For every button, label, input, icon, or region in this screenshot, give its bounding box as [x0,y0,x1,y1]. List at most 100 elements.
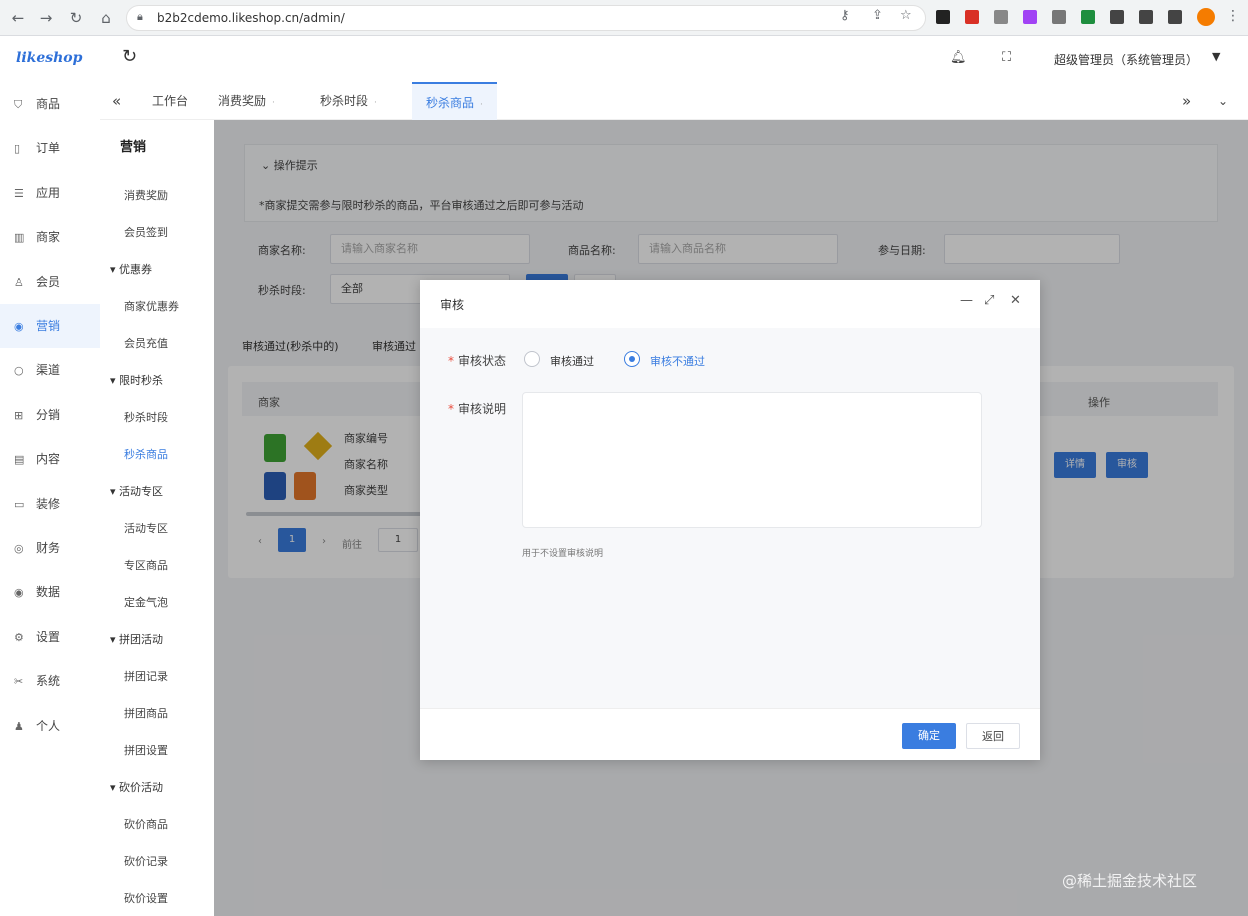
profile-avatar[interactable] [1197,8,1215,26]
forward-arrow-icon[interactable]: → [36,8,56,28]
bell-icon[interactable]: 🔔︎ [950,50,967,65]
ext-circle-icon[interactable] [1081,10,1095,24]
submenu-item[interactable]: 消费奖励 [124,187,168,203]
radio-reject[interactable] [624,351,640,367]
modal-title: 审核 [440,298,465,312]
ext-app-icon[interactable] [936,10,950,24]
user-icon: ♙ [14,275,24,289]
admin-name[interactable]: 超级管理员（系统管理员） [1054,51,1198,68]
tabs-scroll-left-icon[interactable]: « [112,82,121,120]
sidebar-item-channel[interactable]: ○ 渠道 [0,348,100,392]
sidebar-item-decor[interactable]: ▭ 装修 [0,482,100,526]
submenu-group[interactable]: ▾ 优惠券 [110,261,152,277]
ext-sidebar-icon[interactable] [1168,10,1182,24]
sidebar-item-distribution[interactable]: ⊞ 分销 [0,393,100,437]
sidebar-item-marketing[interactable]: ◉ 营销 [0,304,100,348]
submenu-group[interactable]: ▾ 砍价活动 [110,779,163,795]
star-icon[interactable]: ☆ [900,8,912,23]
submenu-item[interactable]: 专区商品 [124,557,168,573]
submenu-group[interactable]: ▾ 拼团活动 [110,631,163,647]
caret-down-icon[interactable]: ▼ [1212,50,1220,63]
radio-pass-label[interactable]: 审核通过 [550,353,594,369]
tab-seckill-goods[interactable]: 秒杀商品 · [412,82,497,120]
submenu-item[interactable]: 砍价记录 [124,853,168,869]
audit-hint: 用于不设置审核说明 [522,549,604,559]
submenu-item[interactable]: 砍价设置 [124,890,168,906]
sidebar-item-finance[interactable]: ◎ 财务 [0,526,100,570]
sidebar-item-shop[interactable]: ▥ 商家 [0,215,100,259]
submenu-item[interactable]: 定金气泡 [124,594,168,610]
back-button[interactable]: 返回 [966,723,1020,749]
tab-workbench[interactable]: 工作台 [152,82,188,120]
close-icon[interactable]: ✕ [1010,293,1021,308]
close-icon[interactable]: · [480,100,483,110]
sidebar-item-label: 应用 [36,185,61,200]
ext-puzzle-icon[interactable] [1139,10,1153,24]
radio-reject-label[interactable]: 审核不通过 [650,353,705,369]
tabs-dropdown-icon[interactable]: ⌄ [1218,82,1228,120]
submenu-item-label: 优惠券 [119,263,153,276]
channel-icon: ○ [14,364,24,378]
ext-red-icon[interactable] [965,10,979,24]
submenu-item[interactable]: 拼团设置 [124,742,168,758]
reload-icon[interactable]: ↻ [66,8,86,28]
submenu-item-label: 限时秒杀 [119,374,164,387]
tab-consume-reward[interactable]: 消费奖励 · [218,82,275,120]
sub-sidebar: 营销 消费奖励 会员签到 ▾ 优惠券 商家优惠券 会员充值 ▾ 限时秒杀 秒杀时段 秒杀商品 ▾… [100,120,214,916]
submenu-group[interactable]: ▾ 限时秒杀 [110,372,163,388]
close-icon[interactable]: · [272,98,275,108]
radio-pass[interactable] [524,351,540,367]
submenu-item[interactable]: 拼团记录 [124,668,168,684]
sidebar-item-data[interactable]: ◉ 数据 [0,570,100,614]
audit-explain-label: * 审核说明 [448,402,507,416]
submenu-item[interactable]: 会员充值 [124,335,168,351]
ext-shield-icon[interactable] [1110,10,1124,24]
fullscreen-icon[interactable]: ⛶ [1002,50,1011,65]
sidebar-item-label: 设置 [36,629,61,644]
sidebar-item-person[interactable]: ♟ 个人 [0,704,100,748]
submenu-item[interactable]: 秒杀时段 [124,409,168,425]
sidebar-item-user[interactable]: ♙ 会员 [0,260,100,304]
sidebar-item-apps[interactable]: ☰ 应用 [0,171,100,215]
decor-icon: ▭ [14,497,25,511]
submenu-item-label: 消费奖励 [124,189,168,202]
confirm-button[interactable]: 确定 [902,723,956,749]
lock-icon: 🔒︎ [137,10,143,23]
ext-globe-icon[interactable] [1052,10,1066,24]
tab-seckill-time[interactable]: 秒杀时段 · [320,82,377,120]
home-icon[interactable]: ⌂ [96,8,116,28]
more-vertical-icon[interactable]: ⋮ [1226,8,1240,24]
finance-icon: ◎ [14,542,24,555]
submenu-item[interactable]: 砍价商品 [124,816,168,832]
submenu-item[interactable]: 拼团商品 [124,705,168,721]
submenu-group[interactable]: ▾ 活动专区 [110,483,163,499]
sidebar-item-settings[interactable]: ⚙ 设置 [0,615,100,659]
tabs-scroll-right-icon[interactable]: » [1182,82,1191,120]
submenu-item[interactable]: 秒杀商品 [124,446,168,462]
sidebar-item-content[interactable]: ▤ 内容 [0,437,100,481]
logo: likeshop [16,50,83,66]
submenu-item[interactable]: 活动专区 [124,520,168,536]
submenu-item[interactable]: 会员签到 [124,224,168,240]
ext-ghost-icon[interactable] [994,10,1008,24]
submenu-item-label: 砍价活动 [119,781,164,794]
back-arrow-icon[interactable]: ← [8,8,28,28]
audit-explain-textarea[interactable] [522,392,982,528]
caret-down-icon: ▾ [110,781,120,794]
refresh-icon[interactable]: ↻ [122,46,137,67]
sidebar-item-label: 订单 [36,141,61,156]
address-bar[interactable]: 🔒︎ b2b2cdemo.likeshop.cn/admin/ [126,5,926,31]
share-icon[interactable]: ⇪ [872,8,883,23]
tab-bar: « 工作台 消费奖励 · 秒杀时段 · 秒杀商品 · » ⌄ [100,82,1248,120]
maximize-icon[interactable]: ⤢ [984,293,994,308]
minimize-icon[interactable]: — [960,293,973,308]
main-sidebar: ⛉ 商品 ▯ 订单 ☰ 应用 ▥ 商家 ♙ 会员 ◉ 营销 ○ 渠道 ⊞ 分销 ▤ 内容 ▭ 装修 ◎ 财务 ◉ 数据 ⚙ 设置 ✂… [0,82,100,916]
ext-purple-icon[interactable] [1023,10,1037,24]
key-icon[interactable]: ⚷ [840,8,850,23]
sidebar-item-cart[interactable]: ⛉ 商品 [0,82,100,126]
sidebar-item-order[interactable]: ▯ 订单 [0,126,100,170]
sidebar-item-system[interactable]: ✂ 系统 [0,659,100,703]
modal-footer: 确定 返回 [420,708,1040,760]
submenu-item[interactable]: 商家优惠券 [124,298,179,314]
close-icon[interactable]: · [374,98,377,108]
